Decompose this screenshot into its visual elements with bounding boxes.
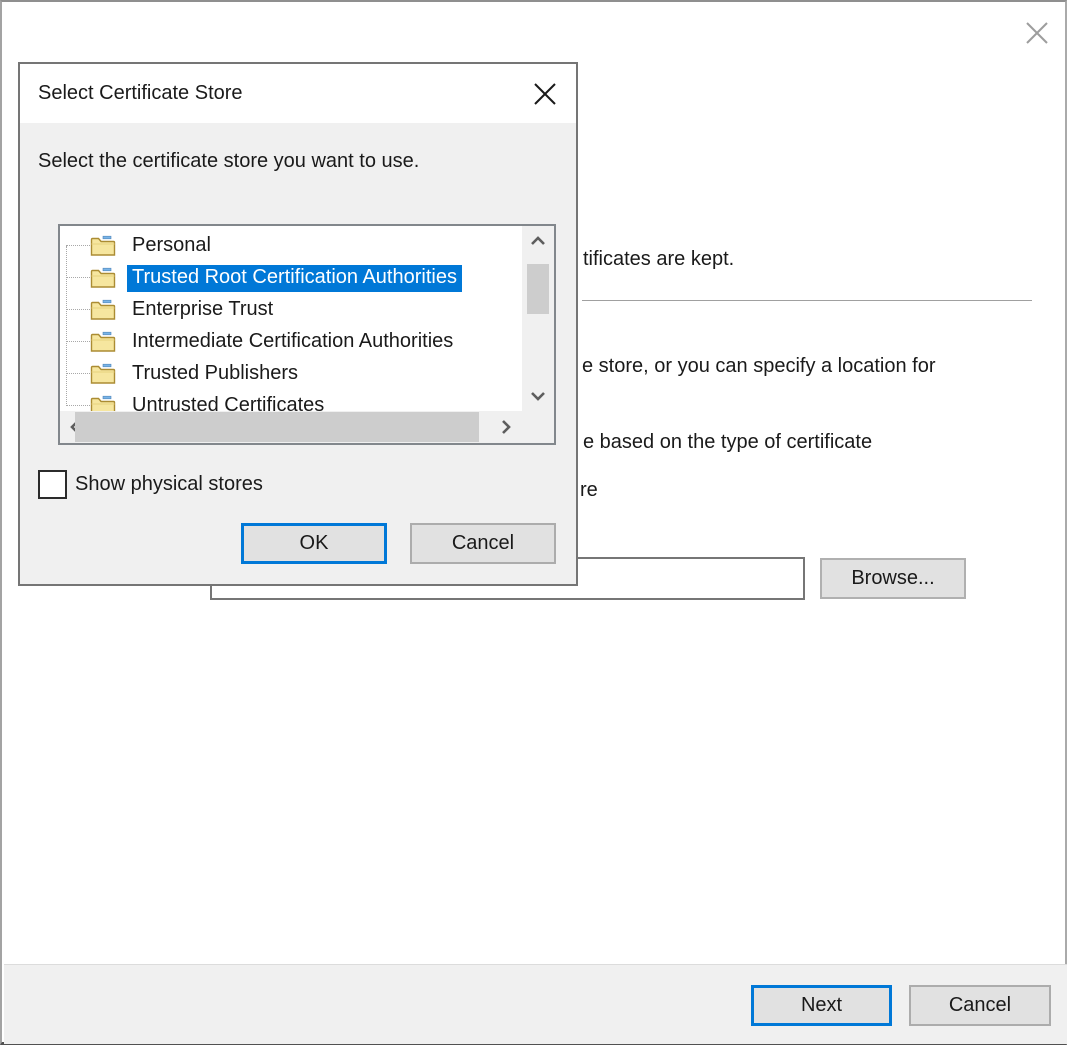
text-fragment-store: re (580, 479, 598, 502)
tree-connector (66, 230, 90, 246)
folder-icon (90, 363, 116, 385)
store-item[interactable]: Personal (60, 230, 520, 262)
wizard-cancel-button[interactable]: Cancel (909, 985, 1051, 1026)
vertical-scrollbar[interactable] (522, 226, 554, 411)
store-item[interactable]: Intermediate Certification Authorities (60, 326, 520, 358)
store-item-label: Enterprise Trust (127, 297, 278, 324)
window-close-button[interactable] (1022, 18, 1052, 48)
text-fragment-specify-location: e store, or you can specify a location f… (582, 355, 936, 378)
show-physical-stores-option[interactable]: Show physical stores (38, 470, 263, 499)
folder-icon (90, 331, 116, 353)
tree-connector (66, 358, 90, 374)
scrollbar-corner (522, 411, 554, 443)
dialog-cancel-button[interactable]: Cancel (410, 523, 556, 564)
store-item[interactable]: Trusted Publishers (60, 358, 520, 390)
store-item-label: Trusted Publishers (127, 361, 303, 388)
show-physical-stores-label: Show physical stores (75, 473, 263, 496)
ok-button[interactable]: OK (241, 523, 387, 564)
horizontal-scrollbar-thumb[interactable] (75, 412, 479, 442)
chevron-down-icon (530, 391, 546, 401)
dialog-close-button[interactable] (528, 78, 562, 110)
browse-button[interactable]: Browse... (820, 558, 966, 599)
text-fragment-certificates-kept: tificates are kept. (583, 248, 734, 271)
folder-icon (90, 235, 116, 257)
store-item-label: Intermediate Certification Authorities (127, 329, 458, 356)
tree-connector (66, 294, 90, 310)
store-item[interactable]: Untrusted Certificates (60, 390, 520, 411)
show-physical-stores-checkbox[interactable] (38, 470, 67, 499)
section-separator (582, 300, 1032, 301)
folder-icon (90, 395, 116, 411)
close-icon (1024, 20, 1050, 46)
store-tree-listbox: Personal Trusted Root Certification Auth… (58, 224, 556, 445)
scroll-down-button[interactable] (522, 381, 554, 411)
store-item[interactable]: Trusted Root Certification Authorities (60, 262, 520, 294)
next-button[interactable]: Next (751, 985, 892, 1026)
chevron-up-icon (530, 236, 546, 246)
tree-connector (66, 262, 90, 278)
tree-connector (66, 326, 90, 342)
scroll-up-button[interactable] (522, 226, 554, 256)
store-list: Personal Trusted Root Certification Auth… (60, 226, 522, 411)
folder-icon (90, 267, 116, 289)
chevron-right-icon (501, 419, 511, 435)
select-certificate-store-dialog: Select Certificate Store Select the cert… (18, 62, 578, 586)
dialog-title: Select Certificate Store (38, 64, 243, 123)
dialog-instruction: Select the certificate store you want to… (38, 150, 419, 173)
tree-connector (66, 390, 90, 406)
close-icon (533, 82, 557, 106)
horizontal-scrollbar[interactable] (60, 411, 522, 443)
store-item-label: Personal (127, 233, 216, 260)
text-fragment-based-on-type: e based on the type of certificate (583, 431, 872, 454)
dialog-titlebar: Select Certificate Store (20, 64, 576, 123)
store-item-label: Trusted Root Certification Authorities (127, 265, 462, 292)
store-item[interactable]: Enterprise Trust (60, 294, 520, 326)
scroll-right-button[interactable] (490, 411, 522, 443)
wizard-footer: Next Cancel (4, 965, 1067, 1044)
store-item-label: Untrusted Certificates (127, 393, 329, 412)
folder-icon (90, 299, 116, 321)
vertical-scrollbar-thumb[interactable] (527, 264, 549, 314)
